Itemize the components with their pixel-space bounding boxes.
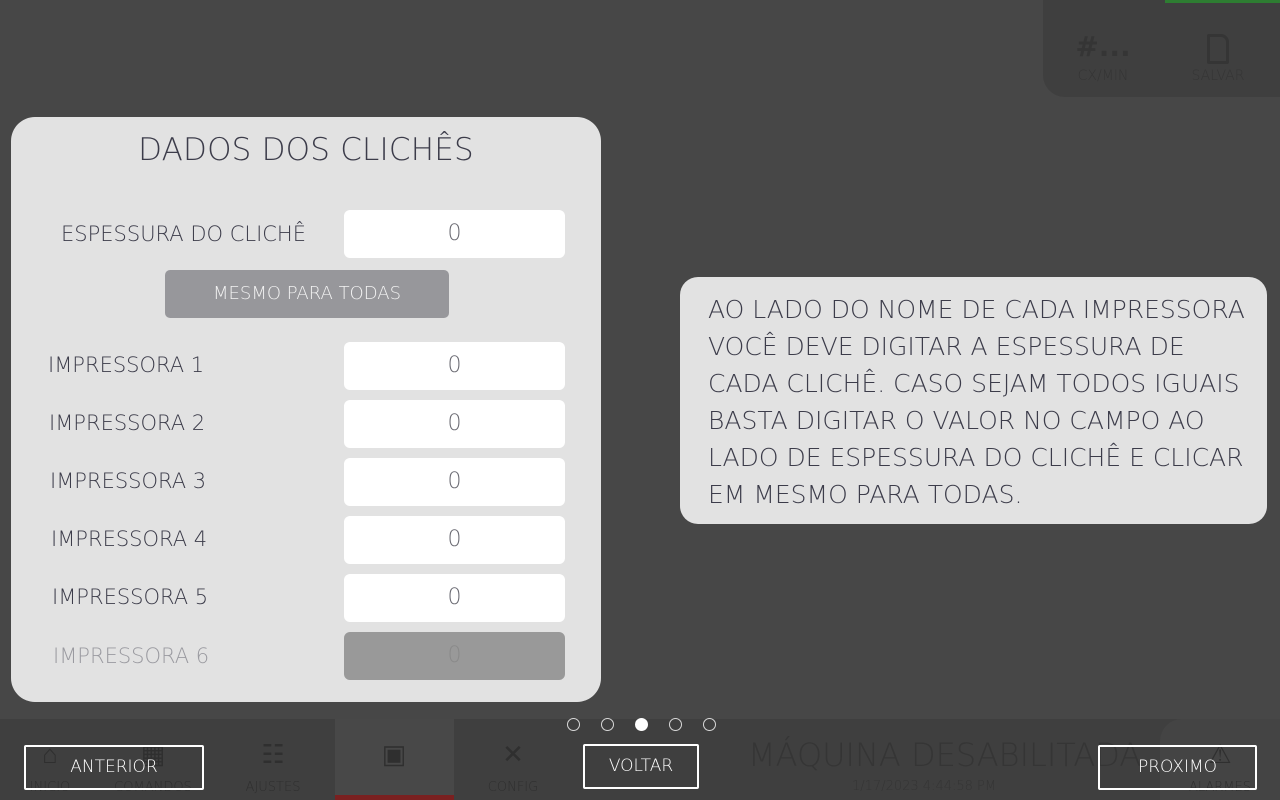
nav-machine[interactable]: ▣ bbox=[344, 740, 444, 780]
page-dot-4[interactable] bbox=[669, 718, 682, 731]
sliders-icon: ☷ bbox=[261, 740, 285, 770]
printer-3-label: IMPRESSORA 3 bbox=[50, 469, 207, 493]
nav-config-label: CONFIG bbox=[487, 780, 539, 795]
printer-5-field[interactable]: 0 bbox=[344, 574, 565, 622]
salvar-label: SALVAR bbox=[1191, 68, 1245, 84]
cx-min-label: CX/MIN bbox=[1077, 68, 1129, 84]
page-dot-1[interactable] bbox=[567, 718, 580, 731]
page-dot-3-active[interactable] bbox=[635, 718, 648, 731]
printer-1-field[interactable]: 0 bbox=[344, 342, 565, 390]
machine-icon: ▣ bbox=[381, 740, 407, 770]
anterior-button[interactable]: ANTERIOR bbox=[24, 745, 204, 790]
salvar-button[interactable]: SALVAR bbox=[1178, 30, 1258, 84]
nav-ajustes[interactable]: ☷ AJUSTES bbox=[223, 740, 323, 795]
page-dot-2[interactable] bbox=[601, 718, 614, 731]
hash-icon: #... bbox=[1075, 30, 1131, 63]
top-toolbar-accent bbox=[1165, 0, 1280, 3]
same-for-all-button[interactable]: MESMO PARA TODAS bbox=[165, 270, 449, 318]
printer-3-field[interactable]: 0 bbox=[344, 458, 565, 506]
sd-card-icon bbox=[1207, 34, 1229, 64]
help-text-bubble: AO LADO DO NOME DE CADA IMPRESSORA VOCÊ … bbox=[680, 277, 1267, 524]
printer-4-field[interactable]: 0 bbox=[344, 516, 565, 564]
bottom-nav-active-accent bbox=[335, 795, 454, 800]
nav-ajustes-label: AJUSTES bbox=[245, 780, 301, 795]
printer-2-label: IMPRESSORA 2 bbox=[49, 411, 206, 435]
espessura-field[interactable]: 0 bbox=[344, 210, 565, 258]
printer-4-label: IMPRESSORA 4 bbox=[51, 527, 208, 551]
page-dot-5[interactable] bbox=[703, 718, 716, 731]
proximo-button[interactable]: PROXIMO bbox=[1098, 745, 1257, 790]
printer-5-label: IMPRESSORA 5 bbox=[52, 585, 209, 609]
cx-min-button[interactable]: #... CX/MIN bbox=[1063, 30, 1143, 84]
printer-6-field: 0 bbox=[344, 632, 565, 680]
espessura-label: ESPESSURA DO CLICHÊ bbox=[61, 222, 306, 246]
dialog-title: DADOS DOS CLICHÊS bbox=[138, 132, 474, 168]
voltar-button[interactable]: VOLTAR bbox=[583, 744, 699, 789]
machine-timestamp: 1/17/2023 4:44:58 PM bbox=[852, 779, 997, 794]
printer-1-label: IMPRESSORA 1 bbox=[48, 353, 205, 377]
printer-6-label: IMPRESSORA 6 bbox=[53, 644, 210, 668]
nav-config[interactable]: ✕ CONFIG bbox=[463, 740, 563, 795]
tools-icon: ✕ bbox=[502, 740, 524, 770]
printer-2-field[interactable]: 0 bbox=[344, 400, 565, 448]
machine-status: MÁQUINA DESABILITADA bbox=[748, 736, 1142, 774]
